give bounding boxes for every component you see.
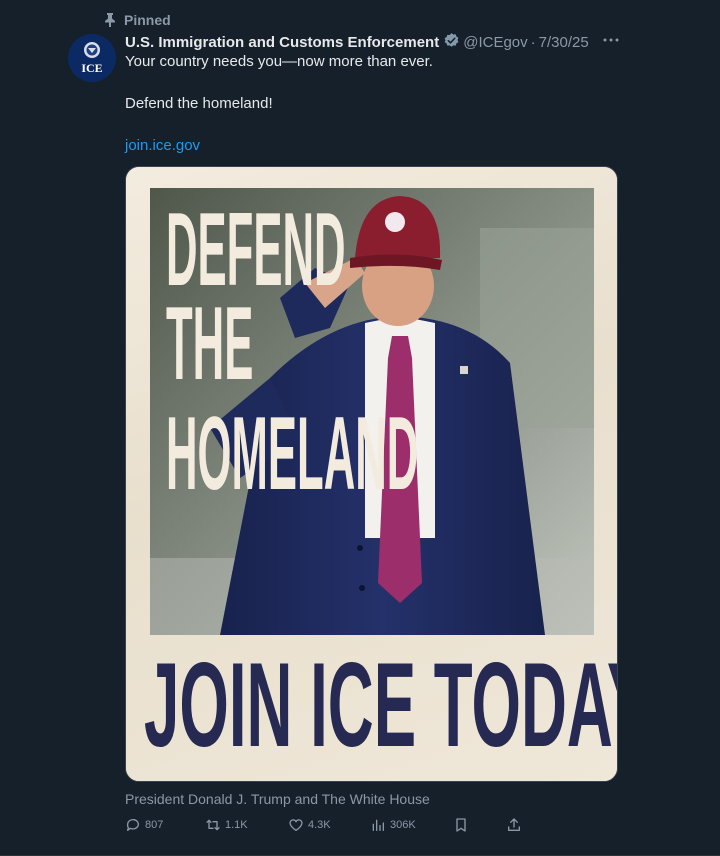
avatar-text: ICE bbox=[81, 61, 102, 75]
tweet-header: U.S. Immigration and Customs Enforcement… bbox=[125, 31, 624, 53]
poster-footer-text: JOIN ICE TODAY bbox=[144, 638, 618, 772]
repost-icon bbox=[205, 817, 221, 833]
like-button[interactable]: 4.3K bbox=[288, 815, 331, 835]
views-count: 306K bbox=[390, 819, 416, 831]
bookmark-icon bbox=[453, 817, 469, 833]
verified-badge-icon[interactable] bbox=[443, 32, 460, 53]
pinned-label: Pinned bbox=[124, 12, 171, 28]
share-icon bbox=[506, 817, 522, 833]
handle[interactable]: @ICEgov bbox=[463, 34, 527, 51]
tweet-link[interactable]: join.ice.gov bbox=[125, 137, 200, 154]
tweet-text-line-2: Defend the homeland! bbox=[125, 95, 273, 112]
ice-seal-icon: ICE bbox=[68, 34, 116, 82]
reply-count: 807 bbox=[145, 819, 164, 831]
share-button[interactable] bbox=[506, 815, 522, 835]
timestamp[interactable]: 7/30/25 bbox=[539, 34, 589, 51]
headline-word-2: THE bbox=[166, 286, 254, 402]
more-options-icon[interactable] bbox=[600, 29, 622, 51]
display-name[interactable]: U.S. Immigration and Customs Enforcement bbox=[125, 34, 439, 51]
bookmark-button[interactable] bbox=[453, 815, 469, 835]
action-bar: 807 1.1K 4.3K 306K bbox=[125, 815, 525, 835]
views-button[interactable]: 306K bbox=[370, 815, 416, 835]
tweet-text-line-1: Your country needs you—now more than eve… bbox=[125, 53, 433, 70]
reply-button[interactable]: 807 bbox=[125, 815, 163, 835]
headline-word-3: HOMELAND bbox=[166, 396, 419, 512]
like-count: 4.3K bbox=[308, 819, 331, 831]
like-icon bbox=[288, 817, 304, 833]
separator-dot: · bbox=[530, 33, 536, 51]
repost-count: 1.1K bbox=[225, 819, 248, 831]
poster-photo: DEFEND THE HOMELAND bbox=[150, 188, 594, 635]
avatar[interactable]: ICE bbox=[68, 34, 116, 82]
views-icon bbox=[370, 817, 386, 833]
tweet[interactable]: Pinned ICE U.S. Immigration and Customs … bbox=[0, 0, 720, 856]
media-caption[interactable]: President Donald J. Trump and The White … bbox=[125, 791, 430, 807]
tweet-media-image[interactable]: DEFEND THE HOMELAND JOIN ICE TODAY bbox=[125, 166, 618, 782]
reply-icon bbox=[125, 817, 141, 833]
repost-button[interactable]: 1.1K bbox=[205, 815, 248, 835]
pin-icon bbox=[104, 13, 116, 27]
pinned-indicator: Pinned bbox=[104, 11, 171, 29]
